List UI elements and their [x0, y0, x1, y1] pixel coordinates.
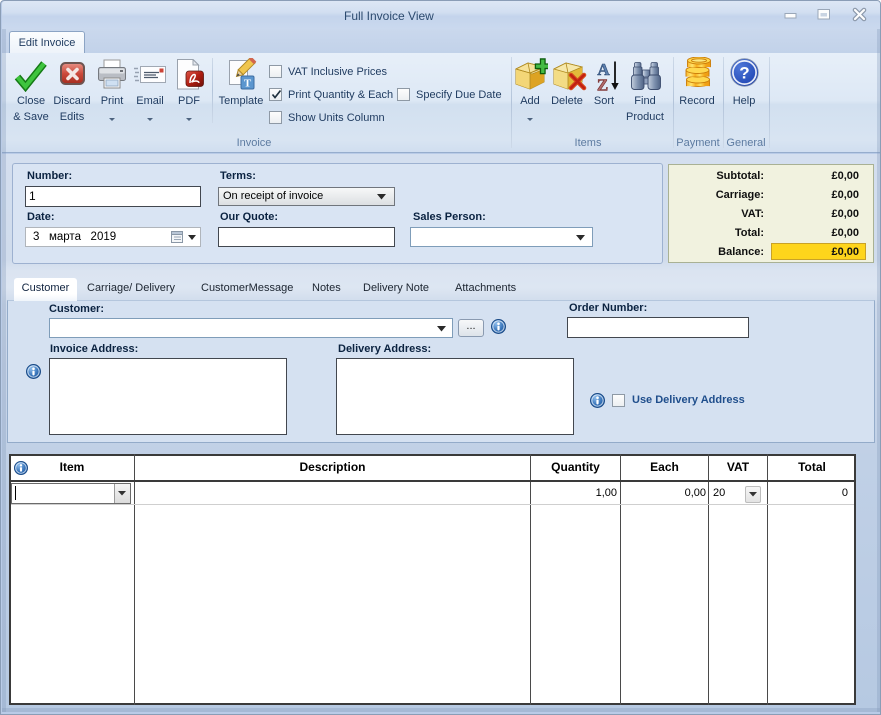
svg-text:Z: Z [597, 76, 608, 93]
svg-text:T: T [244, 78, 252, 90]
svg-text:?: ? [739, 64, 749, 83]
